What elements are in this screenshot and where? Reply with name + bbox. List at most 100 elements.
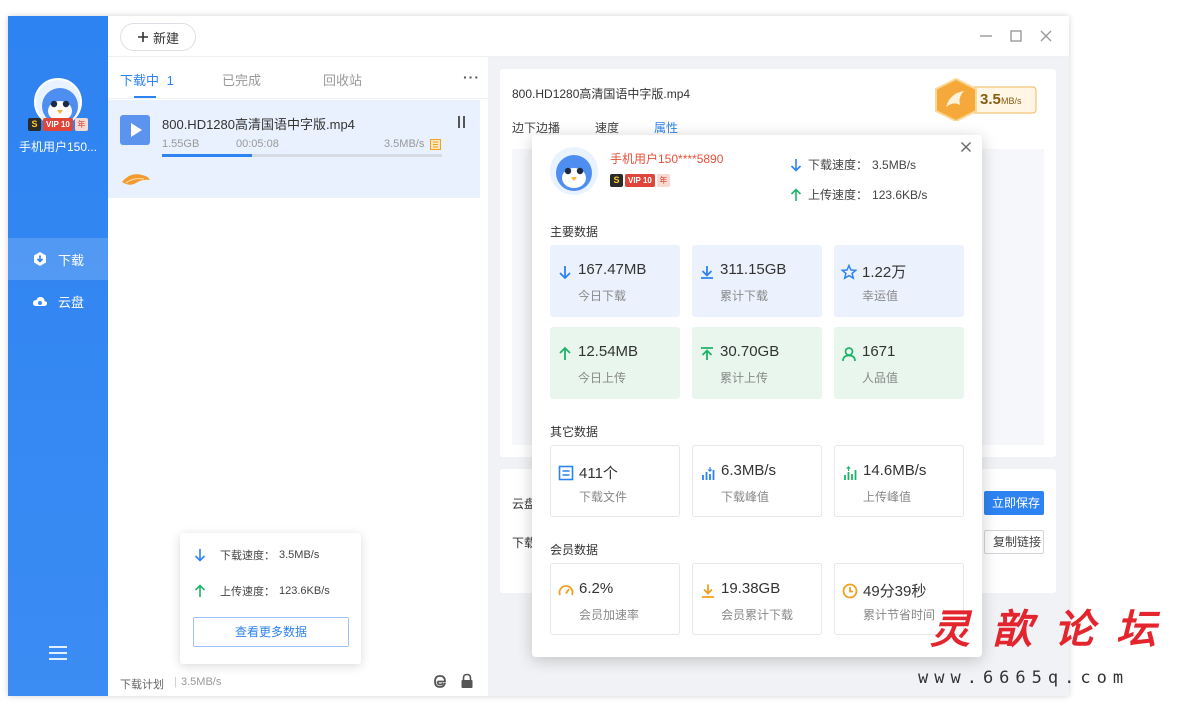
pause-icon[interactable] [456, 116, 466, 128]
task-remaining: 00:05:08 [236, 138, 279, 150]
person-icon [842, 347, 856, 362]
popup-upload-speed-value: 123.6KB/s [872, 187, 928, 202]
stat-value: 12.54MB [578, 343, 639, 360]
popup-close-icon[interactable] [960, 141, 972, 153]
cloud-icon [32, 296, 48, 306]
popup-upload-speed: 上传速度： 123.6KB/s [790, 186, 927, 203]
nav-download[interactable]: 下载 [8, 238, 108, 280]
minimize-icon[interactable] [978, 28, 994, 44]
stat-value: 19.38GB [721, 580, 781, 597]
watermark-title: 灵歆论坛 [930, 606, 1178, 653]
bottom-speed: 3.5MB/s [181, 676, 222, 688]
arrow-up-icon [559, 346, 571, 360]
vip-s-mark: S [28, 118, 41, 131]
stat-value: 14.6MB/s [863, 462, 927, 479]
lock-icon[interactable] [460, 673, 474, 689]
star-icon [841, 264, 857, 280]
nav-cloud-label: 云盘 [58, 294, 85, 310]
bars-up-icon [844, 465, 857, 480]
speed-badge-value: 3.5 [980, 91, 1001, 108]
arrow-up-icon [194, 584, 206, 597]
stat-value: 167.47MB [578, 261, 647, 278]
save-now-button[interactable]: 立即保存 [984, 491, 1044, 515]
speed-popup-download-label: 下载速度： [220, 550, 275, 562]
stat-value: 1.22万 [862, 264, 907, 281]
arrow-down-icon [194, 549, 206, 562]
speed-popup: 下载速度： 3.5MB/s 上传速度： 123.6KB/s 查看更多数据 [180, 533, 361, 664]
arrow-up-bar-icon [701, 347, 713, 360]
nav-download-label: 下载 [58, 252, 85, 268]
stat-label: 累计下载 [720, 289, 769, 303]
tab-properties[interactable]: 属性 [654, 119, 678, 136]
stat-value: 30.70GB [720, 343, 780, 360]
member-data-heading: 会员数据 [550, 543, 599, 557]
download-icon [34, 252, 46, 266]
tab-recycle[interactable]: 回收站 [323, 70, 362, 89]
stat-tile-total-download: 311.15GB 累计下载 [692, 245, 822, 317]
bottom-bar: 下载计划 | 3.5MB/s [108, 668, 488, 696]
more-icon[interactable]: ··· [463, 69, 480, 85]
task-size: 1.55GB [162, 138, 200, 150]
stat-value: 6.2% [579, 580, 614, 597]
top-bar: 新建 [108, 16, 1069, 57]
tab-completed[interactable]: 已完成 [222, 70, 261, 89]
tab-speed[interactable]: 速度 [595, 119, 619, 136]
divider: | [174, 676, 177, 688]
stat-tile-member-accel: 6.2% 会员加速率 [550, 563, 680, 635]
download-plan-link[interactable]: 下载计划 [120, 676, 164, 692]
popup-vip-level: VIP 10 [625, 174, 655, 187]
clock-icon [842, 583, 858, 599]
task-row[interactable]: 800.HD1280高清国语中字版.mp4 1.55GB 00:05:08 3.… [108, 100, 480, 198]
detail-file-name: 800.HD1280高清国语中字版.mp4 [512, 87, 691, 101]
stat-tile-luck: 1.22万 幸运值 [834, 245, 964, 317]
browser-icon[interactable] [432, 673, 448, 689]
stat-label: 幸运值 [862, 289, 899, 303]
play-icon[interactable] [120, 115, 150, 145]
stat-tile-character: 1671 人品值 [834, 327, 964, 399]
vip-level: VIP 10 [43, 118, 73, 131]
stat-label: 累计上传 [720, 371, 769, 385]
stat-label: 累计节省时间 [863, 608, 936, 622]
popup-avatar [550, 147, 598, 195]
stat-value: 1671 [862, 343, 896, 360]
speed-bird-icon [122, 174, 150, 185]
view-more-data-button[interactable]: 查看更多数据 [193, 617, 349, 647]
stat-label: 会员加速率 [579, 608, 640, 622]
stat-tile-today-download: 167.47MB 今日下载 [550, 245, 680, 317]
maximize-icon[interactable] [1008, 28, 1024, 44]
gauge-icon [558, 585, 574, 596]
popup-download-speed: 下载速度： 3.5MB/s [790, 156, 916, 173]
copy-link-button[interactable]: 复制链接 [984, 530, 1044, 554]
other-data-heading: 其它数据 [550, 425, 599, 439]
nav-cloud[interactable]: 云盘 [8, 280, 108, 322]
tab-downloading-label: 下载中 [120, 73, 160, 88]
stat-tile-download-files: 411个 下载文件 [550, 445, 680, 517]
popup-vip-s: S [610, 174, 623, 187]
stat-label: 下载峰值 [721, 490, 770, 504]
speed-badge-unit: MB/s [1001, 96, 1022, 106]
arrow-up-icon [790, 187, 802, 201]
new-button[interactable]: 新建 [120, 23, 196, 51]
arrow-down-icon [559, 266, 571, 280]
task-progress-fill [162, 154, 252, 157]
stats-popup: 手机用户150****5890 S VIP 10 年 下载速度： 3.5MB/s… [532, 135, 982, 657]
stat-tile-today-upload: 12.54MB 今日上传 [550, 327, 680, 399]
speed-popup-download: 下载速度： 3.5MB/s [194, 547, 319, 563]
file-list-icon [558, 465, 574, 481]
menu-icon[interactable] [49, 646, 67, 660]
tab-downloading-count: 1 [166, 73, 174, 88]
stat-value: 411个 [579, 465, 618, 482]
new-button-label: 新建 [152, 30, 179, 46]
stat-label: 人品值 [862, 371, 899, 385]
tab-play-while-downloading[interactable]: 边下边播 [512, 119, 560, 136]
tab-downloading[interactable]: 下载中 1 [120, 70, 174, 89]
download-tray-icon [702, 584, 714, 598]
speed-badge[interactable]: 3.5 MB/s [932, 77, 1040, 121]
popup-vip-badge: S VIP 10 年 [610, 174, 670, 187]
popup-upload-speed-label: 上传速度： [808, 188, 869, 202]
stat-value: 6.3MB/s [721, 462, 777, 479]
stat-value: 49分39秒 [863, 583, 927, 600]
close-icon[interactable] [1038, 28, 1054, 44]
popup-download-speed-label: 下载速度： [808, 158, 869, 172]
user-name[interactable]: 手机用户150... [8, 138, 108, 155]
